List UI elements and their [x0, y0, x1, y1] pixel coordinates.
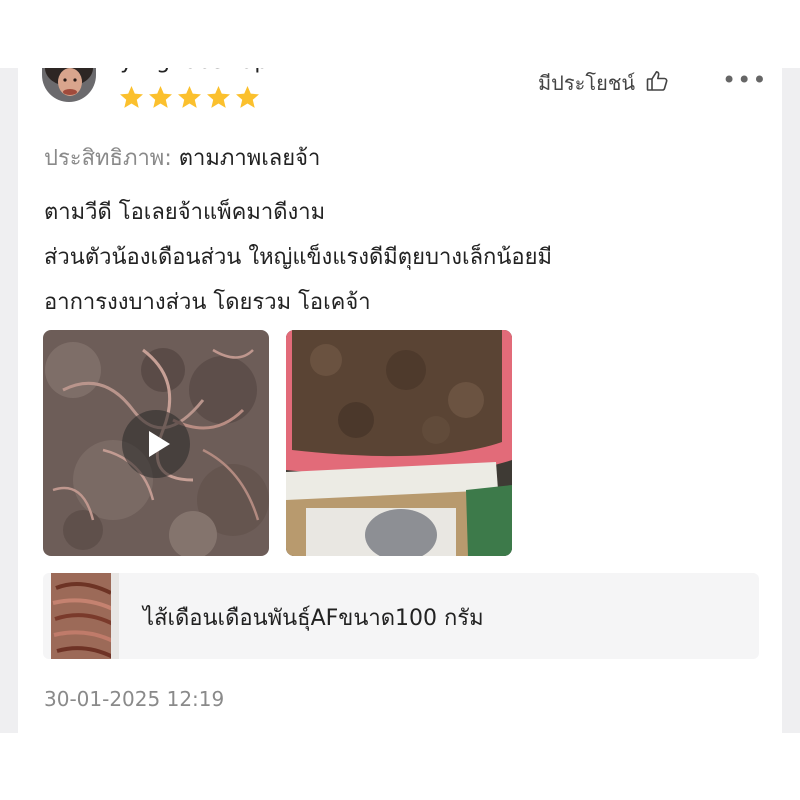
product-thumbnail — [51, 573, 119, 659]
review-video-thumbnail[interactable] — [43, 330, 269, 556]
star-icon — [118, 84, 145, 111]
review-card: yingzooshop มีประโยชน์ ••• ประสิทธิภาพ: … — [18, 68, 782, 733]
helpful-button[interactable]: มีประโยชน์ — [538, 68, 669, 99]
play-icon — [149, 431, 170, 457]
review-text-line: อาการงงบางส่วน โดยรวม โอเคจ้า — [44, 290, 371, 315]
star-icon — [205, 84, 232, 111]
performance-value: ตามภาพเลยจ้า — [178, 146, 321, 171]
avatar[interactable] — [42, 68, 96, 102]
performance-label: ประสิทธิภาพ: — [44, 146, 172, 171]
helpful-label: มีประโยชน์ — [538, 71, 636, 95]
reviewer-username[interactable]: yingzooshop — [120, 68, 269, 74]
review-photo[interactable] — [286, 330, 512, 556]
play-button[interactable] — [122, 410, 190, 478]
star-icon — [176, 84, 203, 111]
product-name: ไส้เดือนเดือนพันธุ์AFขนาด100 กรัม — [143, 606, 484, 631]
star-rating — [118, 84, 261, 111]
review-text-line: ตามวีดี โอเลยจ้าแพ็คมาดีงาม — [44, 200, 326, 225]
thumbs-up-icon — [645, 69, 669, 98]
more-icon: ••• — [722, 68, 768, 94]
review-text: ตามวีดี โอเลยจ้าแพ็คมาดีงาม ส่วนตัวน้องเ… — [44, 190, 552, 325]
product-link[interactable]: ไส้เดือนเดือนพันธุ์AFขนาด100 กรัม — [43, 573, 759, 659]
more-options-button[interactable]: ••• — [722, 68, 767, 94]
review-text-line: ส่วนตัวน้องเดือนส่วน ใหญ่แข็งแรงดีมีตุยบ… — [44, 245, 553, 270]
star-icon — [147, 84, 174, 111]
star-icon — [234, 84, 261, 111]
performance-row: ประสิทธิภาพ: ตามภาพเลยจ้า — [44, 140, 320, 175]
review-date: 30-01-2025 12:19 — [44, 687, 225, 711]
